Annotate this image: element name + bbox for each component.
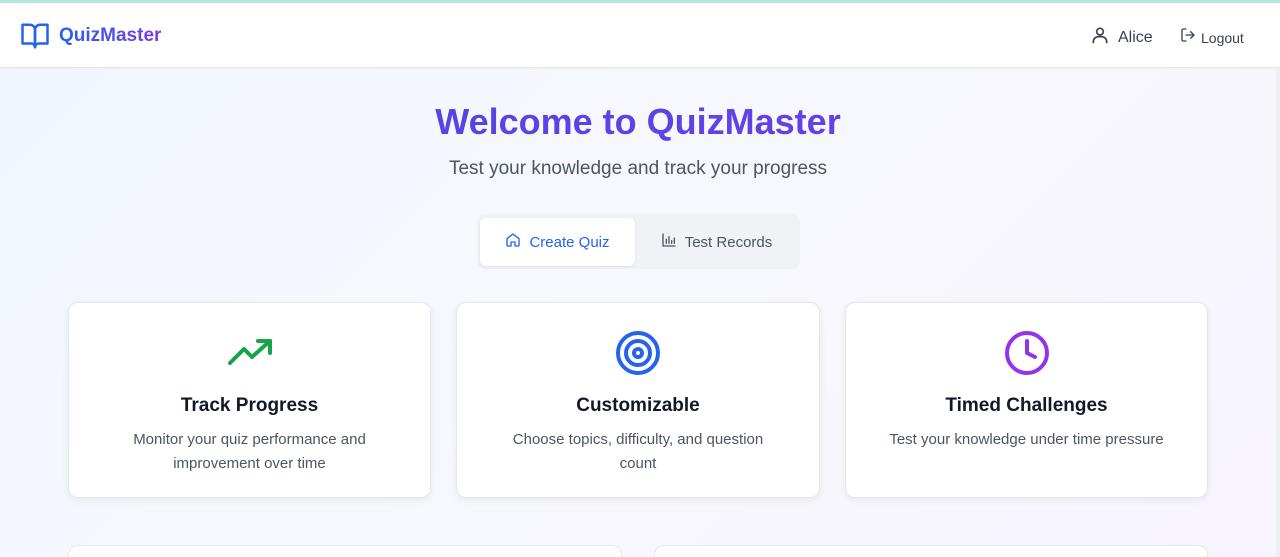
- lower-panel-left: [68, 545, 622, 557]
- tab-create-quiz[interactable]: Create Quiz: [480, 218, 635, 266]
- app-name: QuizMaster: [59, 25, 162, 46]
- scrollbar[interactable]: [1276, 68, 1280, 557]
- logout-icon: [1180, 27, 1196, 48]
- feature-description: Monitor your quiz performance and improv…: [133, 431, 366, 472]
- feature-card-track-progress: Track Progress Monitor your quiz perform…: [68, 302, 431, 498]
- tab-label: Test Records: [684, 233, 773, 251]
- home-icon: [505, 232, 521, 252]
- user-menu[interactable]: Alice: [1090, 25, 1153, 50]
- tab-bar: Create Quiz Test Records: [477, 214, 800, 269]
- feature-title: Timed Challenges: [945, 395, 1108, 416]
- tab-test-records[interactable]: Test Records: [639, 218, 794, 266]
- clock-icon: [1003, 329, 1051, 377]
- user-icon: [1090, 25, 1110, 50]
- feature-title: Customizable: [576, 395, 700, 416]
- trending-up-icon: [226, 329, 274, 377]
- feature-description: Test your knowledge under time pressure: [889, 431, 1164, 448]
- tab-label: Create Quiz: [529, 233, 610, 251]
- feature-description: Choose topics, difficulty, and question …: [512, 431, 764, 472]
- brand-logo[interactable]: QuizMaster: [20, 21, 161, 51]
- bar-chart-icon: [661, 232, 677, 252]
- logout-button[interactable]: Logout: [1180, 27, 1244, 48]
- top-navbar: QuizMaster Alice Logout: [0, 3, 1280, 68]
- feature-title: Track Progress: [180, 395, 319, 416]
- lower-panel-right: [654, 545, 1208, 557]
- page-title: Welcome to QuizMaster: [0, 100, 1276, 144]
- user-name: Alice: [1118, 28, 1153, 46]
- feature-card-customizable: Customizable Choose topics, difficulty, …: [456, 302, 820, 498]
- logout-label: Logout: [1201, 29, 1244, 46]
- page-subtitle: Test your knowledge and track your progr…: [448, 158, 828, 179]
- feature-card-timed-challenges: Timed Challenges Test your knowledge und…: [845, 302, 1208, 498]
- target-icon: [614, 329, 662, 377]
- book-open-icon: [20, 21, 50, 51]
